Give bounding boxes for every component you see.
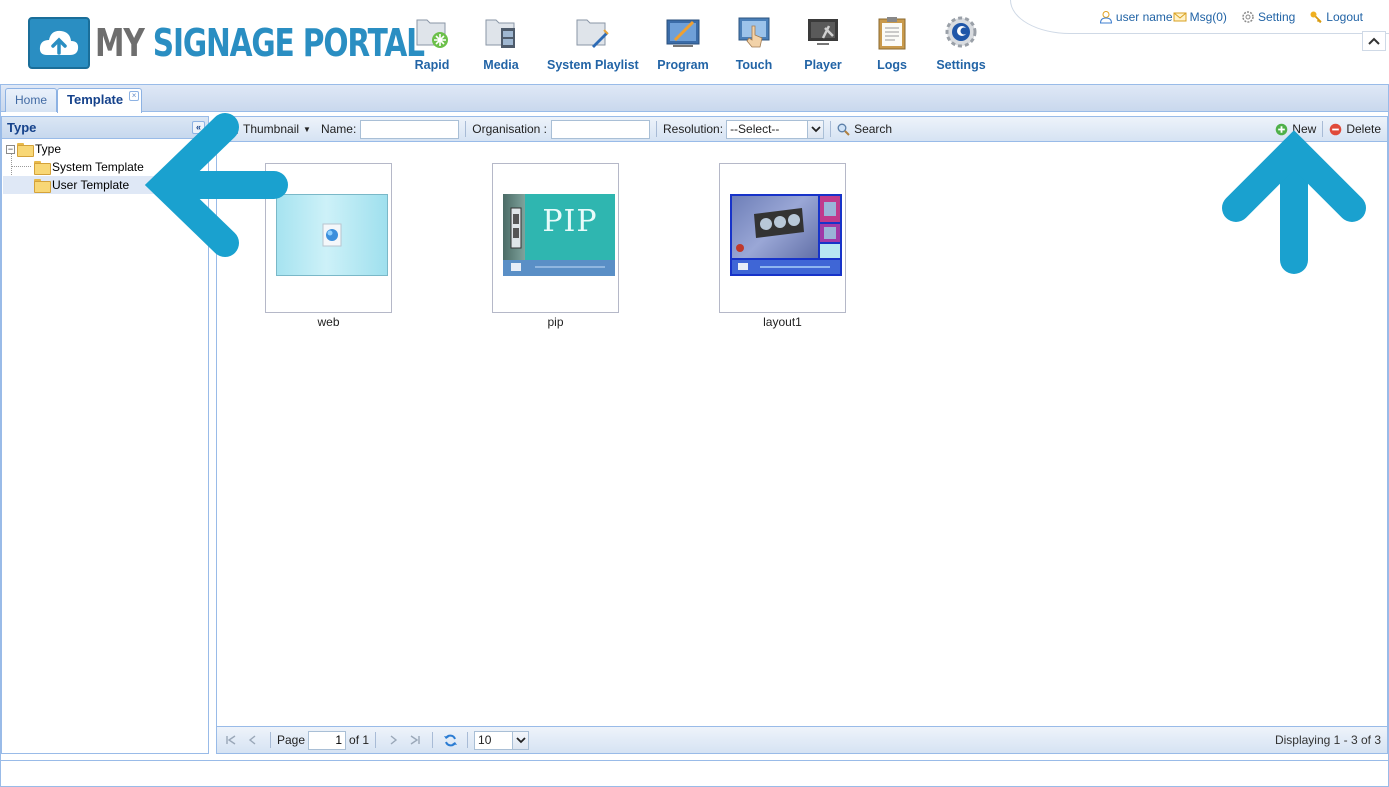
toolbar-separator [830, 121, 832, 137]
page-count: of 1 [349, 733, 370, 747]
folder-icon [34, 179, 51, 193]
touch-icon [736, 14, 772, 50]
template-name: web [317, 315, 340, 329]
first-page-icon[interactable] [223, 732, 239, 748]
tree-node-system-template[interactable]: System Template [34, 158, 144, 176]
resolution-label: Resolution: [663, 122, 724, 136]
chevron-down-icon [512, 731, 529, 749]
header: MY SIGNAGE PORTAL Rapid Media System Pla… [0, 0, 1389, 84]
resolution-select[interactable]: --Select-- [726, 119, 825, 139]
collapse-left-icon[interactable]: « [192, 121, 205, 134]
pagination-bar: Page of 1 10 Displaying 1 - 3 of 3 [217, 726, 1387, 753]
tree-node-type[interactable]: − Type [6, 140, 61, 158]
last-page-icon[interactable] [407, 732, 423, 748]
page-number-input[interactable] [308, 730, 347, 750]
nav-logs[interactable]: Logs [872, 14, 912, 72]
film-strip-icon [736, 208, 804, 252]
chevron-down-icon [807, 120, 824, 138]
name-label: Name: [320, 122, 357, 136]
tab-bar: Home Template × [1, 84, 1388, 113]
pager-separator [375, 732, 377, 748]
template-card-web[interactable] [265, 163, 392, 313]
display-count: Displaying 1 - 3 of 3 [1274, 733, 1381, 747]
new-button[interactable]: New [1275, 122, 1316, 136]
collapse-header-button[interactable] [1362, 31, 1386, 51]
settings-gear-icon [943, 14, 979, 50]
template-name: pip [547, 315, 564, 329]
nav-program[interactable]: Program [657, 14, 709, 72]
top-links: user name Msg(0) Setting Logout [1099, 10, 1363, 24]
folder-icon [34, 161, 51, 175]
add-icon [1275, 123, 1288, 135]
pager-separator [270, 732, 271, 748]
template-thumbnail: PIP [503, 194, 615, 276]
collapse-toggle-icon[interactable]: − [6, 144, 15, 154]
folder-open-icon [17, 143, 34, 157]
template-thumbnail [276, 194, 388, 276]
search-button[interactable]: Search [837, 122, 892, 136]
tab-home[interactable]: Home [5, 88, 58, 112]
page-label: Page [277, 733, 306, 747]
nav-touch[interactable]: Touch [734, 14, 774, 72]
nav-rapid[interactable]: Rapid [412, 14, 452, 72]
pager-separator [432, 732, 434, 748]
chevron-up-icon [1368, 37, 1380, 45]
organisation-input[interactable] [551, 119, 651, 139]
caret-down-icon: ▼ [303, 124, 311, 134]
user-icon [1099, 11, 1112, 24]
nav-player[interactable]: Player [803, 14, 843, 72]
tree-connector [11, 166, 31, 167]
name-input[interactable] [360, 119, 460, 139]
nav-settings[interactable]: Settings [936, 14, 986, 72]
film-reel-icon [510, 207, 522, 249]
program-icon [665, 14, 701, 50]
web-globe-icon [322, 223, 342, 247]
player-icon [805, 14, 841, 50]
next-page-icon[interactable] [385, 732, 401, 748]
brand-name: MY SIGNAGE PORTAL [95, 21, 425, 65]
view-mode-dropdown[interactable]: Thumbnail ▼ [227, 122, 311, 136]
type-panel: Type « − Type System Template User Templ… [1, 116, 209, 754]
toolbar-separator [656, 121, 658, 137]
prev-page-icon[interactable] [245, 732, 261, 748]
search-icon [837, 123, 850, 136]
organisation-label: Organisation : [472, 122, 548, 136]
messages-link[interactable]: Msg(0) [1173, 10, 1227, 24]
pager-separator [467, 732, 469, 748]
template-name: layout1 [763, 315, 802, 329]
rapid-folder-icon [414, 14, 450, 50]
key-icon [1310, 11, 1322, 24]
pip-thumbnail-text: PIP [542, 204, 598, 239]
template-panel: Thumbnail ▼ Name: Organisation : Resolut… [216, 116, 1388, 754]
setting-link[interactable]: Setting [1241, 10, 1295, 24]
toolbar-separator [1322, 121, 1324, 137]
toolbar-separator [465, 121, 467, 137]
template-card-layout1[interactable] [719, 163, 846, 313]
type-panel-header: Type « [2, 117, 208, 139]
close-icon[interactable]: × [129, 91, 140, 101]
mail-icon [1173, 12, 1187, 22]
template-thumbnail [730, 194, 842, 276]
tree-node-user-template[interactable]: User Template [3, 176, 163, 194]
user-link[interactable]: user name [1099, 10, 1173, 24]
status-bar [1, 760, 1388, 786]
media-film-icon [483, 14, 519, 50]
logs-clipboard-icon [874, 14, 910, 50]
gear-icon [1242, 11, 1254, 23]
nav-media[interactable]: Media [481, 14, 521, 72]
system-playlist-icon [574, 14, 610, 50]
template-toolbar: Thumbnail ▼ Name: Organisation : Resolut… [217, 117, 1387, 142]
refresh-icon[interactable] [442, 732, 458, 748]
delete-button[interactable]: Delete [1329, 122, 1381, 136]
delete-icon [1330, 123, 1342, 135]
cloud-upload-icon [28, 17, 90, 69]
template-card-pip[interactable]: PIP [492, 163, 619, 313]
page-size-select[interactable]: 10 [474, 730, 530, 750]
logout-link[interactable]: Logout [1309, 10, 1363, 24]
thumbnail-view-icon [228, 124, 238, 134]
nav-system-playlist[interactable]: System Playlist [547, 14, 639, 72]
tab-template[interactable]: Template × [57, 88, 143, 113]
